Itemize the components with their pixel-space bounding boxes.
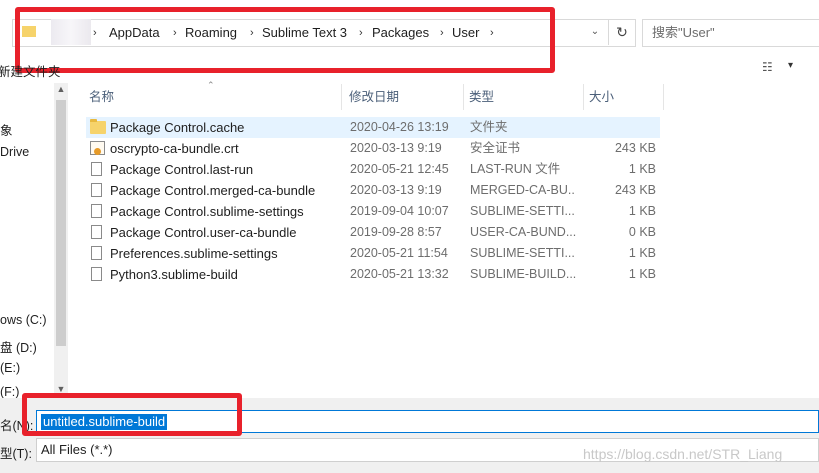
file-icon — [91, 183, 102, 197]
file-date: 2020-05-21 12:45 — [350, 162, 449, 176]
file-size: 1 KB — [628, 246, 656, 260]
new-folder-button[interactable]: 新建文件夹 — [0, 61, 61, 80]
watermark-text: https://blog.csdn.net/STR_Liang — [583, 446, 783, 462]
file-date: 2019-09-28 8:57 — [350, 225, 442, 239]
file-size: 243 KB — [614, 141, 656, 155]
file-type: SUBLIME-BUILD... — [470, 267, 576, 281]
nav-item[interactable]: 象 — [0, 120, 13, 139]
file-type: 文件夹 — [470, 120, 508, 134]
file-row[interactable]: Package Control.last-run 2020-05-21 12:4… — [86, 159, 660, 180]
file-row[interactable]: Package Control.cache 2020-04-26 13:19 文… — [86, 117, 660, 138]
file-size: 1 KB — [628, 204, 656, 218]
filetype-label: 型(T): — [0, 447, 32, 461]
file-row[interactable]: oscrypto-ca-bundle.crt 2020-03-13 9:19 安… — [86, 138, 660, 159]
highlight-box-filename — [22, 393, 242, 436]
file-row[interactable]: Preferences.sublime-settings 2020-05-21 … — [86, 243, 660, 264]
file-date: 2020-04-26 13:19 — [350, 120, 449, 134]
file-size: 0 KB — [628, 225, 656, 239]
file-type: MERGED-CA-BU... — [470, 183, 576, 197]
file-icon — [91, 267, 102, 281]
scroll-up-icon[interactable]: ▲ — [54, 84, 68, 94]
file-type: 安全证书 — [470, 141, 521, 155]
file-date: 2020-03-13 9:19 — [350, 183, 442, 197]
certificate-icon — [90, 141, 105, 155]
file-icon — [91, 204, 102, 218]
view-options-icon[interactable]: ☷ — [762, 60, 773, 74]
file-date: 2019-09-04 10:07 — [350, 204, 449, 218]
view-dropdown-icon[interactable]: ▾ — [788, 60, 793, 71]
file-date: 2020-05-21 13:32 — [350, 267, 449, 281]
file-row[interactable]: Python3.sublime-build 2020-05-21 13:32 S… — [86, 264, 660, 285]
file-size — [576, 117, 656, 138]
file-date: 2020-03-13 9:19 — [350, 141, 442, 155]
nav-item-drive-d[interactable]: 盘 (D:) — [0, 337, 37, 356]
nav-item-drive-c[interactable]: ows (C:) — [0, 313, 47, 327]
refresh-icon[interactable]: ↻ — [608, 19, 635, 45]
highlight-box-address — [15, 7, 555, 73]
filetype-value: All Files (*.*) — [41, 442, 113, 457]
column-header-size[interactable]: 大小 — [584, 84, 664, 110]
search-placeholder: 搜索"User" — [652, 25, 715, 40]
nav-scrollbar-thumb[interactable] — [56, 100, 66, 346]
search-input[interactable]: 搜索"User" — [642, 19, 819, 47]
file-icon — [91, 246, 102, 260]
file-name: Python3.sublime-build — [110, 267, 238, 282]
file-name: Package Control.cache — [110, 120, 245, 135]
column-header-type[interactable]: 类型 — [464, 84, 584, 110]
file-size: 243 KB — [614, 183, 656, 197]
nav-item-drive[interactable]: Drive — [0, 145, 29, 159]
file-row[interactable]: Package Control.user-ca-bundle 2019-09-2… — [86, 222, 660, 243]
folder-icon — [90, 119, 106, 134]
file-type: SUBLIME-SETTI... — [470, 204, 575, 218]
file-icon — [91, 225, 102, 239]
nav-item-drive-f[interactable]: (F:) — [0, 385, 19, 399]
file-name: Preferences.sublime-settings — [110, 246, 278, 261]
file-size: 1 KB — [628, 162, 656, 176]
file-date: 2020-05-21 11:54 — [350, 246, 448, 260]
sort-arrow-icon: ⌃ — [207, 80, 215, 90]
chevron-down-icon[interactable]: ⌄ — [582, 19, 608, 45]
file-name: oscrypto-ca-bundle.crt — [110, 141, 239, 156]
file-name: Package Control.last-run — [110, 162, 254, 177]
file-name: Package Control.sublime-settings — [110, 204, 304, 219]
file-name: Package Control.user-ca-bundle — [110, 225, 297, 240]
file-name: Package Control.merged-ca-bundle — [110, 183, 316, 198]
file-row[interactable]: Package Control.merged-ca-bundle 2020-03… — [86, 180, 660, 201]
file-type: USER-CA-BUND... — [470, 225, 576, 239]
file-size: 1 KB — [628, 267, 656, 281]
file-type: SUBLIME-SETTI... — [470, 246, 575, 260]
file-icon — [91, 162, 102, 176]
column-header-date[interactable]: 修改日期 — [344, 84, 464, 110]
file-row[interactable]: Package Control.sublime-settings 2019-09… — [86, 201, 660, 222]
file-type: LAST-RUN 文件 — [470, 162, 561, 176]
nav-item-drive-e[interactable]: (E:) — [0, 361, 20, 375]
